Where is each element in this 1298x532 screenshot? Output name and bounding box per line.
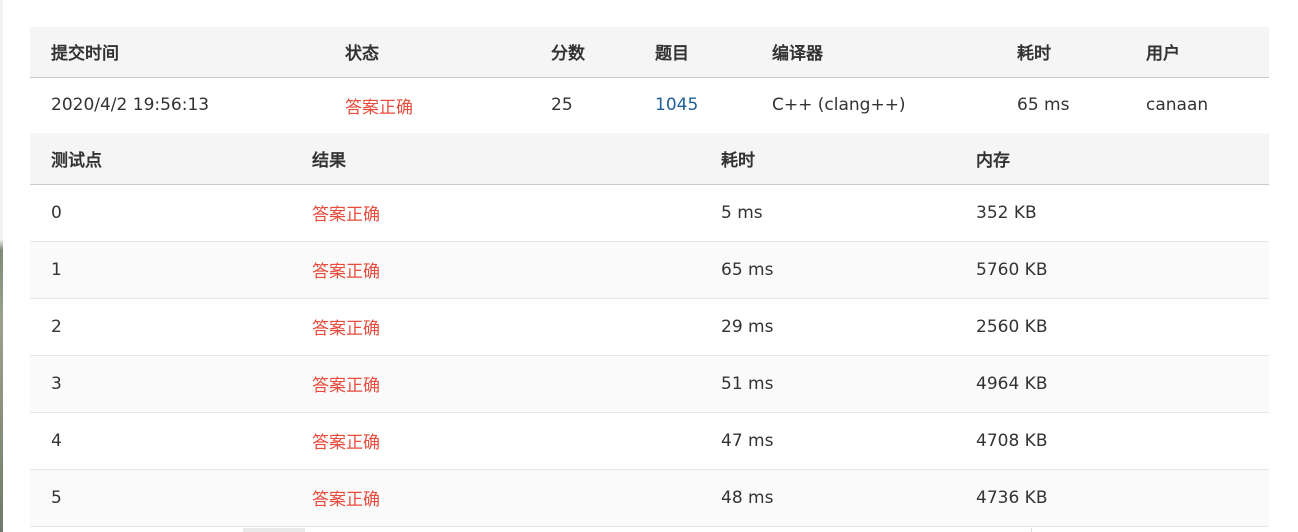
testcase-result: 答案正确 xyxy=(312,319,380,339)
header-user: 用户 xyxy=(1146,44,1180,65)
submission-score: 25 xyxy=(551,95,573,116)
testcase-memory: 5760 KB xyxy=(976,259,1048,280)
testcase-time: 65 ms xyxy=(721,259,774,280)
table-row: 5 答案正确 48 ms 4736 KB xyxy=(30,469,1269,526)
testcase-result: 答案正确 xyxy=(312,433,380,453)
testcase-header-row: 测试点 结果 耗时 内存 xyxy=(30,133,1269,184)
window-edge xyxy=(0,0,3,532)
header-compiler: 编译器 xyxy=(772,44,823,65)
submission-status: 答案正确 xyxy=(345,97,413,118)
testcase-result: 答案正确 xyxy=(312,262,380,282)
horizontal-scrollbar[interactable] xyxy=(243,528,305,532)
table-row: 3 答案正确 51 ms 4964 KB xyxy=(30,355,1269,412)
user-name: canaan xyxy=(1146,95,1209,116)
testcase-memory: 352 KB xyxy=(976,202,1037,223)
testcase-time: 48 ms xyxy=(721,487,774,508)
header-status: 状态 xyxy=(345,44,379,65)
table-row: 1 答案正确 65 ms 5760 KB xyxy=(30,241,1269,298)
testcase-memory: 4736 KB xyxy=(976,487,1048,508)
header-testcase: 测试点 xyxy=(51,150,102,171)
testcase-result: 答案正确 xyxy=(312,376,380,396)
header-problem: 题目 xyxy=(655,44,689,65)
testcase-id: 5 xyxy=(51,487,62,508)
header-duration: 耗时 xyxy=(1017,44,1051,65)
header-score: 分数 xyxy=(551,44,585,65)
testcase-time: 29 ms xyxy=(721,316,774,337)
header-submit-time: 提交时间 xyxy=(51,44,119,65)
header-memory: 内存 xyxy=(976,150,1010,171)
testcase-id: 4 xyxy=(51,430,62,451)
testcase-id: 3 xyxy=(51,373,62,394)
testcase-time: 51 ms xyxy=(721,373,774,394)
table-row: 4 答案正确 47 ms 4708 KB xyxy=(30,412,1269,469)
submission-table: 提交时间 状态 分数 题目 编译器 耗时 用户 2020/4/2 19:56:1… xyxy=(30,27,1269,133)
table-row: 0 答案正确 5 ms 352 KB xyxy=(30,184,1269,241)
testcase-id: 0 xyxy=(51,202,62,223)
header-time: 耗时 xyxy=(721,150,755,171)
testcase-id: 1 xyxy=(51,259,62,280)
submission-header-row: 提交时间 状态 分数 题目 编译器 耗时 用户 xyxy=(30,27,1269,77)
submission-duration: 65 ms xyxy=(1017,95,1070,116)
testcase-memory: 2560 KB xyxy=(976,316,1048,337)
submission-panel: 提交时间 状态 分数 题目 编译器 耗时 用户 2020/4/2 19:56:1… xyxy=(30,27,1269,527)
testcase-result: 答案正确 xyxy=(312,205,380,225)
testcase-time: 47 ms xyxy=(721,430,774,451)
compiler: C++ (clang++) xyxy=(772,95,906,116)
testcase-result: 答案正确 xyxy=(312,490,380,510)
scrollbar-track-edge xyxy=(1031,528,1032,532)
testcase-time: 5 ms xyxy=(721,202,763,223)
table-row: 2 答案正确 29 ms 2560 KB xyxy=(30,298,1269,355)
problem-link[interactable]: 1045 xyxy=(655,95,698,115)
submit-time: 2020/4/2 19:56:13 xyxy=(51,95,210,116)
testcase-id: 2 xyxy=(51,316,62,337)
testcase-memory: 4964 KB xyxy=(976,373,1048,394)
testcase-table: 测试点 结果 耗时 内存 0 答案正确 5 ms 352 KB 1 答案正确 6… xyxy=(30,133,1269,527)
header-result: 结果 xyxy=(312,150,346,171)
testcase-memory: 4708 KB xyxy=(976,430,1048,451)
problem-cell: 1045 xyxy=(634,77,751,133)
submission-row: 2020/4/2 19:56:13 答案正确 25 1045 C++ (clan… xyxy=(30,77,1269,133)
